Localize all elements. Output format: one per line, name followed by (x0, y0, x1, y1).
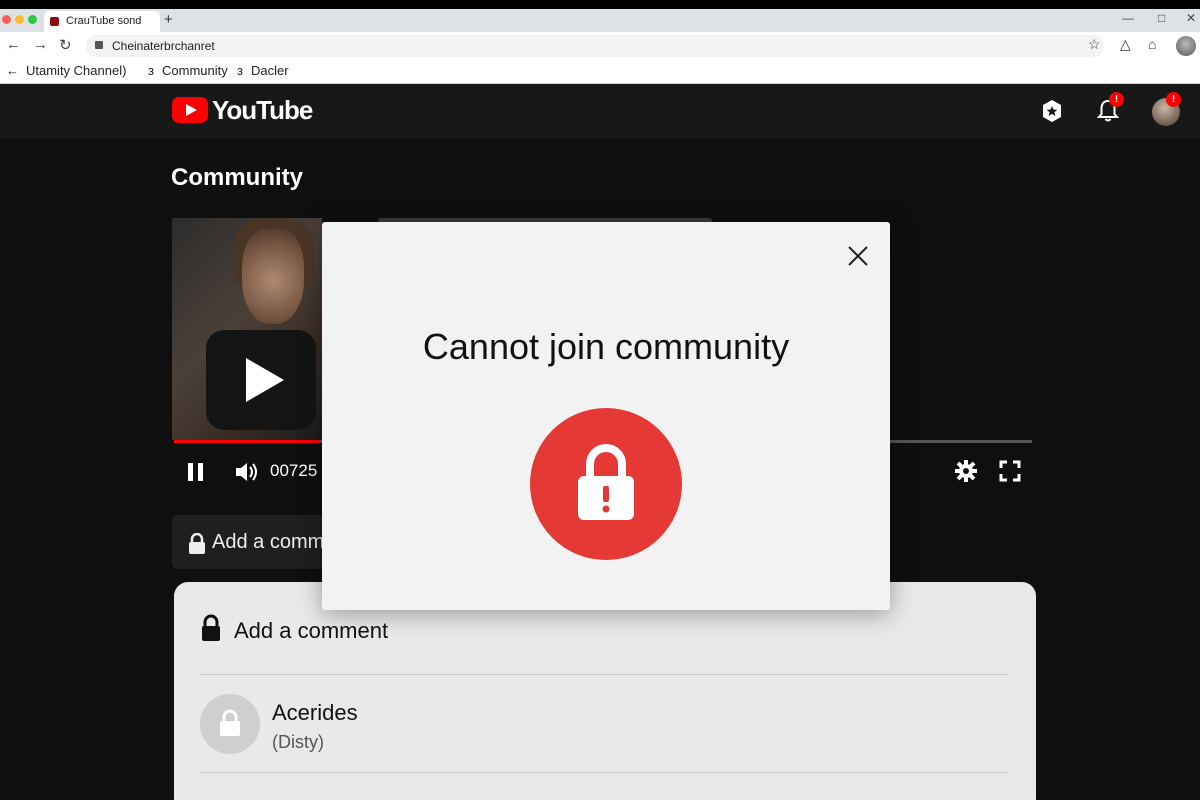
add-comment-box-dark[interactable]: Add a comment (172, 515, 352, 569)
youtube-play-logo-icon (172, 97, 208, 123)
youtube-logo-text: YouTube (212, 95, 313, 125)
breadcrumb-item-community[interactable]: Community (162, 63, 228, 78)
divider (200, 772, 1008, 773)
browser-tab-bar: CrauTube sond + — □ ✕ (0, 0, 1200, 32)
account-alert-badge: ! (1166, 92, 1181, 107)
back-arrow-icon[interactable]: ← (6, 36, 21, 53)
divider (200, 674, 1008, 675)
progress-fill (174, 440, 320, 443)
tab-favicon-icon (50, 17, 59, 26)
play-button[interactable] (206, 330, 316, 430)
home-icon[interactable]: ⌂ (1148, 36, 1156, 52)
page-title: Community (171, 164, 303, 191)
add-comment-placeholder: Add a comment (234, 618, 389, 643)
close-window-icon[interactable] (2, 15, 11, 24)
add-comment-field[interactable]: Add a comment (200, 614, 388, 646)
lock-icon (220, 709, 240, 736)
video-time: 00725 (270, 461, 318, 480)
comment-author: Acerides (272, 700, 358, 725)
minimize-icon[interactable]: — (1122, 11, 1134, 25)
minimize-window-icon[interactable] (15, 15, 24, 24)
bookmark-star-icon[interactable]: ☆ (1088, 36, 1101, 53)
profile-avatar[interactable] (1176, 36, 1196, 56)
comments-panel: Add a comment Acerides (Disty) (174, 582, 1036, 800)
lock-alert-icon (530, 408, 682, 560)
restore-icon[interactable]: □ (1158, 11, 1165, 25)
breadcrumb-back-icon[interactable]: ← (6, 63, 19, 78)
screen: CrauTube sond + — □ ✕ ← → ↻ Cheinaterbrc… (0, 0, 1200, 800)
close-icon (848, 246, 868, 266)
lock-icon (188, 532, 206, 560)
fullscreen-icon[interactable] (999, 460, 1021, 487)
lock-icon (202, 614, 220, 641)
dialog-title: Cannot join community (422, 326, 790, 367)
breadcrumb-item-channel[interactable]: Utamity Channel) (26, 63, 126, 78)
address-bar[interactable]: Cheinaterbrchanret (86, 35, 1104, 57)
breadcrumb-separator: з (237, 63, 243, 78)
address-url: Cheinaterbrchanret (112, 39, 215, 53)
notification-badge: ! (1109, 92, 1124, 107)
breadcrumb-separator: з (148, 63, 154, 78)
forward-arrow-icon[interactable]: → (33, 36, 48, 53)
cannot-join-dialog: Cannot join community (322, 222, 890, 610)
youtube-header: YouTube ! ! (0, 84, 1200, 138)
settings-gear-icon[interactable] (954, 459, 978, 488)
volume-icon[interactable] (234, 461, 260, 488)
create-icon[interactable] (1039, 98, 1067, 126)
breadcrumb: ← Utamity Channel) з Community з Dacler (0, 60, 1200, 84)
breadcrumb-item-dacler[interactable]: Dacler (251, 63, 289, 78)
new-tab-button[interactable]: + (164, 11, 173, 28)
browser-tab[interactable]: CrauTube sond (44, 11, 160, 32)
extensions-icon[interactable]: △ (1120, 36, 1131, 53)
browser-toolbar: ← → ↻ Cheinaterbrchanret ☆ △ ⌂ (0, 32, 1200, 60)
lock-icon (95, 41, 103, 49)
tab-title: CrauTube sond (66, 15, 142, 27)
comment-avatar (200, 694, 260, 754)
comment-subtitle: (Disty) (272, 732, 324, 752)
close-icon[interactable]: ✕ (1186, 11, 1196, 25)
maximize-window-icon[interactable] (28, 15, 37, 24)
reload-icon[interactable]: ↻ (59, 36, 72, 54)
close-dialog-button[interactable] (844, 242, 872, 270)
